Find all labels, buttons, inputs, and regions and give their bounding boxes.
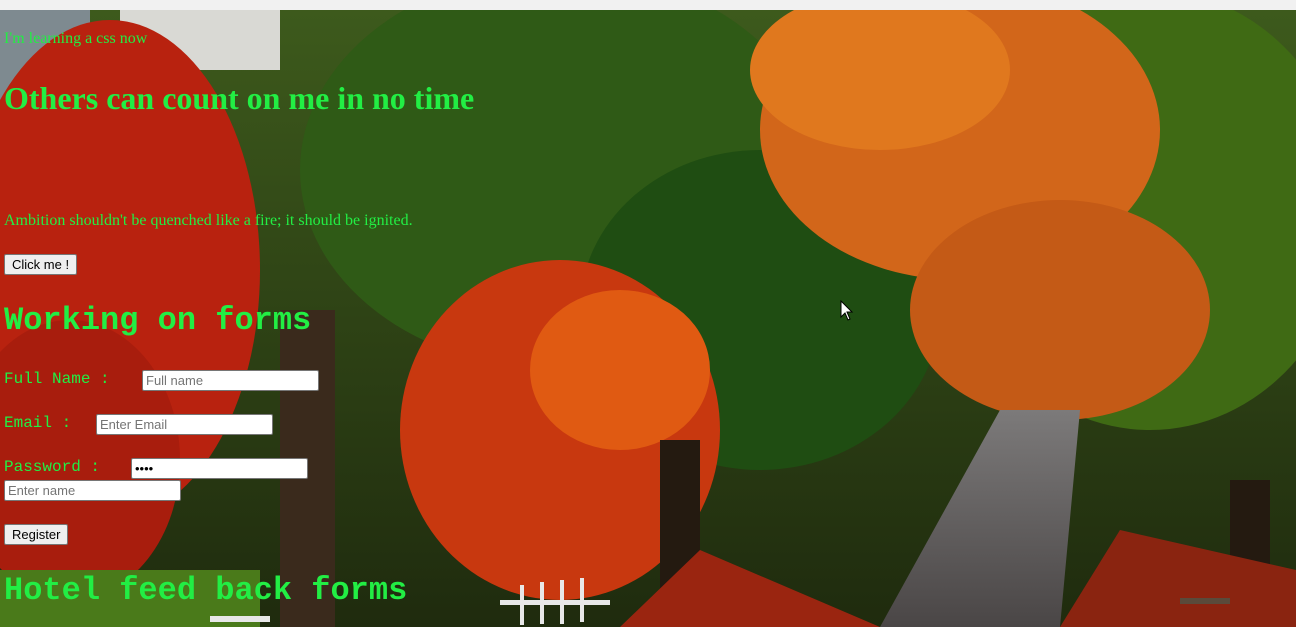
full-name-input[interactable] xyxy=(142,370,319,391)
full-name-label: Full Name : xyxy=(4,370,110,388)
email-input[interactable] xyxy=(96,414,273,435)
main-heading: Others can count on me in no time xyxy=(4,80,475,116)
hotel-feedback-heading: Hotel feed back forms xyxy=(4,572,408,609)
browser-top-strip xyxy=(0,0,1296,10)
quote-text: Ambition shouldn't be quenched like a fi… xyxy=(4,212,413,229)
password-input[interactable] xyxy=(131,458,308,479)
name-input[interactable] xyxy=(4,480,181,501)
click-me-button[interactable]: Click me ! xyxy=(4,254,78,275)
mouse-cursor-icon xyxy=(840,300,854,321)
intro-text: I'm learning a css now xyxy=(4,30,148,47)
password-label: Password : xyxy=(4,458,101,476)
register-button[interactable]: Register xyxy=(4,524,69,545)
forms-heading: Working on forms xyxy=(4,302,312,339)
email-label: Email : xyxy=(4,414,72,432)
page-content: I'm learning a css now Others can count … xyxy=(0,10,1296,627)
